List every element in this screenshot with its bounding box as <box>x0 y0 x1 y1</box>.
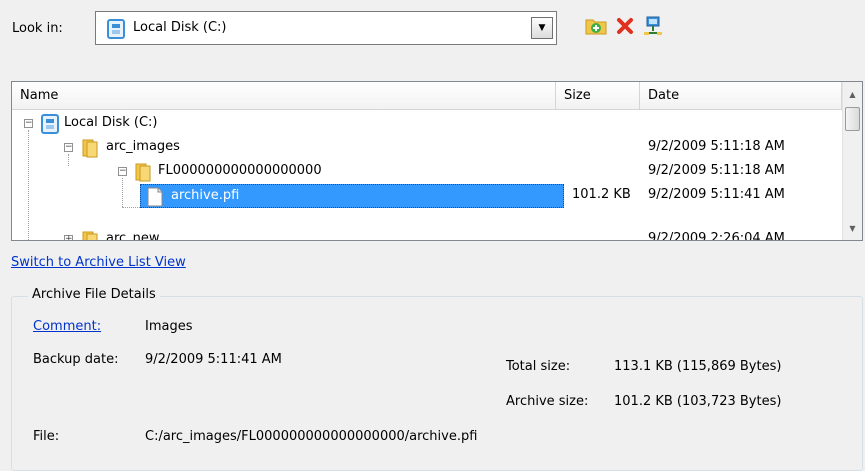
column-header-size[interactable]: Size <box>556 82 640 110</box>
tree-row-arc-new[interactable]: + arc_new 9/2/2009 2:26:04 AM <box>12 228 842 241</box>
new-folder-icon <box>584 16 608 40</box>
backup-date-label: Backup date: <box>33 352 119 367</box>
tree-row-local-disk[interactable]: − Local Disk (C:) <box>12 112 842 136</box>
expand-icon[interactable]: + <box>64 235 73 240</box>
look-in-dropdown[interactable]: Local Disk (C:) ▼ <box>95 11 557 45</box>
vertical-scrollbar[interactable]: ▲ ▼ <box>842 82 862 240</box>
collapse-icon[interactable]: − <box>64 143 73 152</box>
tree-item-date: 9/2/2009 5:11:18 AM <box>648 139 785 154</box>
tree-item-date: 9/2/2009 2:26:04 AM <box>648 231 785 241</box>
folder-icon <box>134 162 152 186</box>
delete-button[interactable] <box>612 16 638 40</box>
file-icon <box>147 187 163 211</box>
collapse-icon[interactable]: − <box>118 167 127 176</box>
collapse-icon[interactable]: − <box>24 119 33 128</box>
archive-size-value: 101.2 KB (103,723 Bytes) <box>614 394 782 409</box>
comment-value: Images <box>145 319 193 334</box>
tree-item-label: FL000000000000000000 <box>158 163 322 178</box>
archive-size-label: Archive size: <box>506 394 589 409</box>
archive-tree-list[interactable]: Name Size Date − Local Disk (C:) − arc_i… <box>11 81 863 241</box>
tree-item-size: 101.2 KB <box>572 187 631 202</box>
selected-item-highlight[interactable]: archive.pfi <box>140 184 564 208</box>
total-size-value: 113.1 KB (115,869 Bytes) <box>614 359 782 374</box>
new-folder-button[interactable] <box>583 16 609 40</box>
dropdown-arrow-icon[interactable]: ▼ <box>531 17 553 39</box>
network-icon <box>642 15 664 41</box>
switch-to-archive-list-link[interactable]: Switch to Archive List View <box>11 255 186 270</box>
tree-item-label: archive.pfi <box>171 188 240 203</box>
folder-icon <box>81 138 99 162</box>
tree-item-date: 9/2/2009 5:11:41 AM <box>648 187 785 202</box>
look-in-label: Look in: <box>12 21 63 36</box>
folder-icon <box>81 230 99 240</box>
file-path-value: C:/arc_images/FL000000000000000000/archi… <box>145 429 478 444</box>
tree-row-archive-pfi[interactable]: archive.pfi 101.2 KB 9/2/2009 5:11:41 AM <box>12 184 842 208</box>
tree-item-label: arc_images <box>106 139 180 154</box>
network-button[interactable] <box>640 16 666 40</box>
archive-details-group <box>11 296 863 471</box>
tree-row-fl-folder[interactable]: − FL000000000000000000 9/2/2009 5:11:18 … <box>12 160 842 184</box>
scroll-down-icon[interactable]: ▼ <box>843 218 862 238</box>
local-disk-icon <box>106 19 126 43</box>
tree-item-date: 9/2/2009 5:11:18 AM <box>648 163 785 178</box>
tree-row-arc-images[interactable]: − arc_images 9/2/2009 5:11:18 AM <box>12 136 842 160</box>
column-header-name[interactable]: Name <box>12 82 556 110</box>
tree-item-label: Local Disk (C:) <box>64 115 158 130</box>
scroll-thumb[interactable] <box>845 107 860 131</box>
scroll-up-icon[interactable]: ▲ <box>843 84 862 104</box>
look-in-value: Local Disk (C:) <box>133 20 227 35</box>
total-size-label: Total size: <box>506 359 571 374</box>
backup-date-value: 9/2/2009 5:11:41 AM <box>145 352 282 367</box>
group-title: Archive File Details <box>28 287 160 302</box>
column-header-date[interactable]: Date <box>640 82 842 110</box>
local-disk-icon <box>41 114 59 138</box>
tree-item-label: arc_new <box>106 231 160 241</box>
delete-icon <box>615 16 635 40</box>
comment-link[interactable]: Comment: <box>33 319 101 334</box>
file-label: File: <box>33 429 60 444</box>
